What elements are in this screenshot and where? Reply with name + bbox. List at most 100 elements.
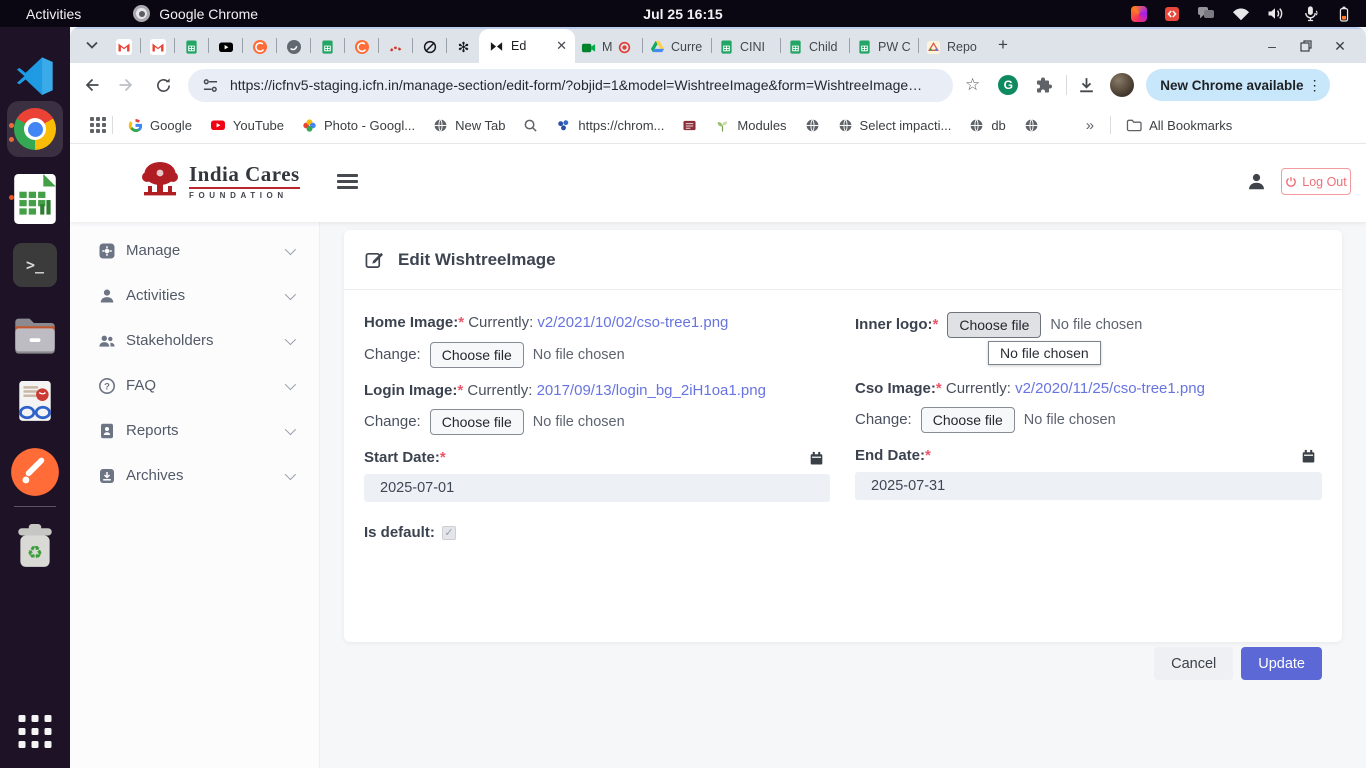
tab-meet[interactable]: M — [575, 32, 641, 62]
pinned-tab-youtube[interactable] — [210, 32, 241, 62]
pinned-tab-orange-app[interactable] — [346, 32, 377, 62]
banyan-tree-logo-icon — [138, 160, 182, 202]
home-image-link[interactable]: v2/2021/10/02/cso-tree1.png — [537, 314, 728, 331]
url-text[interactable]: https://icfnv5-staging.icfn.in/manage-se… — [230, 77, 939, 93]
chrome-update-button[interactable]: New Chrome available ⋮ — [1146, 69, 1329, 101]
profile-avatar[interactable] — [1110, 73, 1134, 97]
pinned-tab-sheets[interactable] — [176, 32, 207, 62]
activities-button[interactable]: Activities — [26, 6, 81, 22]
bookmark-chromium-link[interactable]: https://chrom... — [547, 111, 673, 139]
sidebar-item-stakeholders[interactable]: Stakeholders — [70, 318, 319, 363]
bookmark-label: Photo - Googl... — [324, 118, 415, 133]
pinned-tab-gray-app[interactable] — [278, 32, 309, 62]
bookmark-photos[interactable]: Photo - Googl... — [293, 111, 424, 139]
sidebar-item-faq[interactable]: ? FAQ — [70, 363, 319, 408]
cancel-button[interactable]: Cancel — [1154, 647, 1233, 680]
tab-sheet-child[interactable]: Child — [782, 32, 848, 62]
bookmark-search[interactable] — [514, 111, 547, 139]
cso-image-link[interactable]: v2/2020/11/25/cso-tree1.png — [1015, 380, 1205, 397]
pinned-tab-openai[interactable]: ✻ — [448, 32, 479, 62]
tab-drive[interactable]: Curre — [644, 32, 710, 62]
sidebar-item-reports[interactable]: Reports — [70, 408, 319, 453]
bookmark-google[interactable]: Google — [119, 111, 201, 139]
login-image-choose-file-button[interactable]: Choose file — [430, 409, 524, 435]
reload-button[interactable] — [148, 70, 178, 100]
inner-logo-no-file-text: No file chosen — [1050, 317, 1142, 333]
tab-repo[interactable]: Repo — [920, 32, 986, 62]
extensions-icon[interactable] — [1034, 76, 1052, 94]
battery-icon[interactable] — [1336, 5, 1352, 23]
bookmark-modules[interactable]: Modules — [706, 111, 795, 139]
active-tab[interactable]: Ed ✕ — [479, 29, 575, 63]
clock[interactable]: Jul 25 16:15 — [643, 6, 722, 22]
back-button[interactable] — [76, 70, 106, 100]
user-profile-icon[interactable] — [1246, 171, 1267, 192]
chat-tray-icon[interactable] — [1197, 6, 1215, 21]
bookmark-globe[interactable] — [1015, 111, 1048, 139]
microphone-icon[interactable] — [1302, 5, 1319, 22]
vscode-dock-icon[interactable] — [15, 55, 55, 95]
focused-app-indicator[interactable]: Google Chrome — [133, 5, 258, 22]
pinned-tab-gmail[interactable] — [108, 32, 139, 62]
logout-button[interactable]: Log Out — [1281, 168, 1351, 195]
tab-search-button[interactable] — [79, 32, 105, 58]
new-tab-button[interactable]: + — [990, 32, 1016, 58]
bookmark-select-impact[interactable]: Select impacti... — [829, 111, 961, 139]
postman-dock-icon[interactable] — [10, 447, 60, 497]
bookmark-youtube[interactable]: YouTube — [201, 111, 293, 139]
sidebar-item-activities[interactable]: Activities — [70, 273, 319, 318]
tab-sheet-pw[interactable]: PW C — [851, 32, 917, 62]
restore-button[interactable] — [1296, 36, 1316, 56]
toolbox-tray-icon[interactable] — [1131, 6, 1147, 22]
pinned-tab-sheets[interactable] — [312, 32, 343, 62]
files-dock-icon[interactable] — [12, 311, 58, 359]
bookmark-globe[interactable] — [796, 111, 829, 139]
terminal-dock-icon[interactable]: >_ — [13, 243, 57, 287]
pinned-tab-red-arc-app[interactable] — [380, 32, 411, 62]
bookmark-star-icon[interactable]: ☆ — [965, 75, 980, 95]
cso-image-choose-file-button[interactable]: Choose file — [921, 407, 1015, 433]
downloads-icon[interactable] — [1077, 76, 1096, 95]
document-viewer-dock-icon[interactable] — [13, 379, 57, 425]
grammarly-extension-icon[interactable]: G — [998, 75, 1018, 95]
dark-red-favicon — [682, 119, 697, 132]
inner-logo-choose-file-button[interactable]: Choose file — [947, 312, 1041, 338]
trash-dock-icon[interactable]: ♻ — [12, 521, 58, 571]
libreoffice-calc-dock-icon[interactable] — [11, 173, 59, 225]
all-bookmarks-button[interactable]: All Bookmarks — [1117, 111, 1241, 139]
close-window-button[interactable]: ✕ — [1330, 36, 1350, 56]
pinned-tab-orange-app[interactable] — [244, 32, 275, 62]
chrome-dock-icon[interactable] — [7, 101, 63, 157]
calendar-icon[interactable] — [809, 451, 824, 466]
pinned-tab-null-app[interactable] — [414, 32, 445, 62]
sidebar-item-archives[interactable]: Archives — [70, 453, 319, 498]
tab-close-icon[interactable]: ✕ — [556, 38, 567, 54]
kebab-menu-icon[interactable]: ⋮ — [1304, 77, 1326, 94]
bookmark-new-tab[interactable]: New Tab — [424, 111, 514, 139]
sidebar-toggle-hamburger-icon[interactable] — [337, 174, 358, 193]
tab-sheet-cini[interactable]: CINI — [713, 32, 779, 62]
site-header: India Cares FOUNDATION Log Out — [70, 144, 1366, 222]
screen-recorder-tray-icon[interactable] — [1164, 6, 1180, 22]
sidebar-item-manage[interactable]: Manage — [70, 228, 319, 273]
end-date-input[interactable] — [855, 472, 1322, 500]
site-settings-icon[interactable] — [202, 78, 219, 93]
address-bar[interactable]: https://icfnv5-staging.icfn.in/manage-se… — [188, 69, 953, 102]
is-default-checkbox[interactable] — [442, 526, 456, 540]
bookmark-keyboard-app[interactable] — [673, 111, 706, 139]
minimize-button[interactable]: – — [1262, 36, 1282, 56]
login-image-link[interactable]: 2017/09/13/login_bg_2iH1oa1.png — [537, 382, 766, 399]
forward-button[interactable] — [112, 70, 142, 100]
show-applications-button[interactable] — [19, 715, 52, 748]
bookmarks-overflow-chevron[interactable]: » — [1076, 117, 1104, 134]
start-date-input[interactable] — [364, 474, 830, 502]
volume-icon[interactable] — [1267, 6, 1285, 21]
wifi-icon[interactable] — [1232, 7, 1250, 21]
calendar-icon[interactable] — [1301, 449, 1316, 464]
pinned-tab-gmail[interactable] — [142, 32, 173, 62]
update-button[interactable]: Update — [1241, 647, 1322, 680]
site-logo[interactable]: India Cares FOUNDATION — [138, 160, 300, 202]
apps-grid-icon[interactable] — [90, 117, 106, 133]
home-image-choose-file-button[interactable]: Choose file — [430, 342, 524, 368]
bookmark-db[interactable]: db — [960, 111, 1014, 139]
